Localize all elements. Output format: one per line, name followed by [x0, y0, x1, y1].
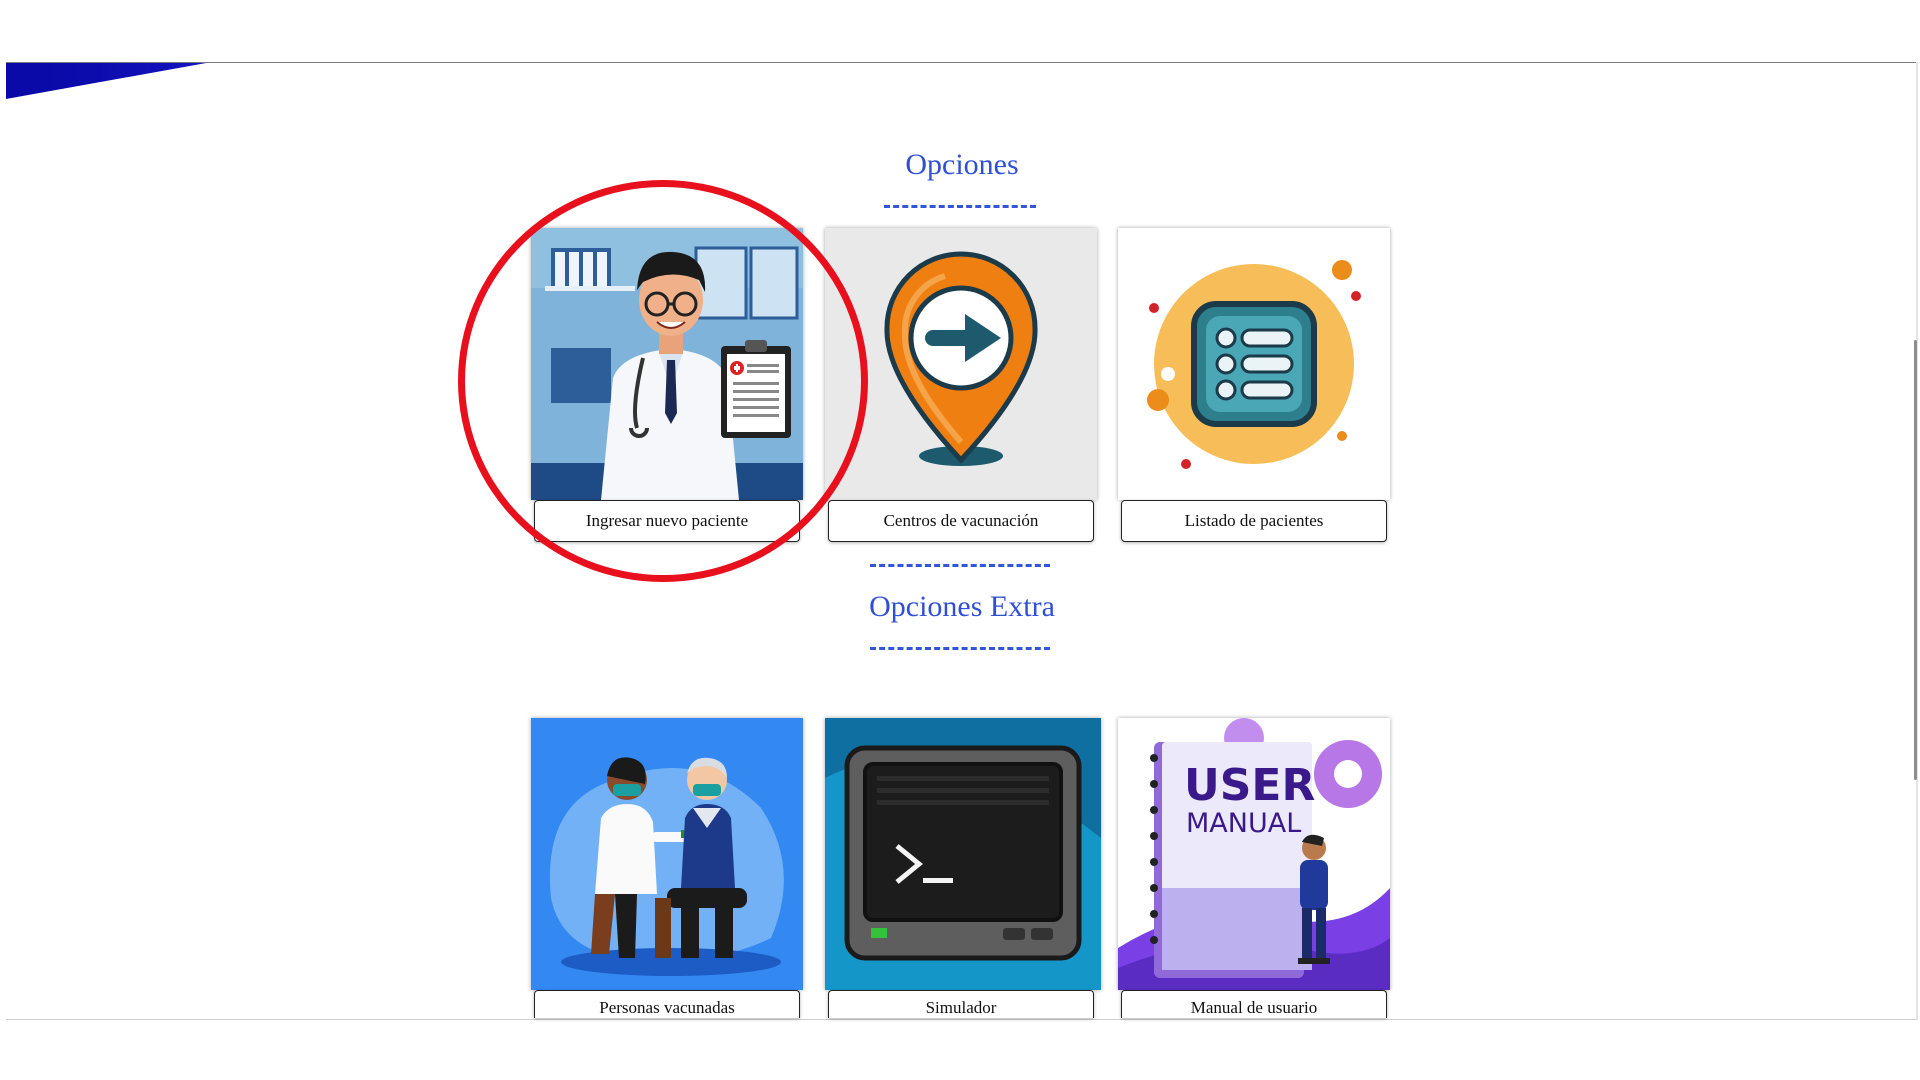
- list-icon: [1118, 228, 1390, 500]
- vaccinated-people-card[interactable]: [531, 718, 803, 990]
- extra-title-bottom-divider: [870, 647, 1050, 650]
- manual-subtitle-text: MANUAL: [1186, 808, 1301, 839]
- simulator-card[interactable]: [825, 718, 1101, 990]
- header-logo-bar: [6, 63, 206, 99]
- extra-options-title: Opciones Extra: [869, 590, 1055, 623]
- patient-list-card[interactable]: [1118, 228, 1390, 500]
- options-title-divider: [884, 205, 1036, 208]
- scrollbar-thumb[interactable]: [1914, 340, 1917, 780]
- patient-list-button[interactable]: Listado de pacientes: [1121, 500, 1387, 542]
- location-pin-arrow-icon: [825, 228, 1097, 500]
- new-patient-button[interactable]: Ingresar nuevo paciente: [534, 500, 800, 542]
- extra-title-top-divider: [870, 564, 1050, 567]
- vaccination-icon: [531, 718, 803, 990]
- doctor-icon: [531, 228, 803, 500]
- user-manual-card[interactable]: USER MANUAL: [1118, 718, 1390, 990]
- page-bottom-border: [6, 1019, 1918, 1020]
- user-manual-icon: USER MANUAL: [1118, 718, 1390, 990]
- vaccination-centers-button[interactable]: Centros de vacunación: [828, 500, 1094, 542]
- vaccination-centers-card[interactable]: [825, 228, 1097, 500]
- options-title: Opciones: [905, 148, 1019, 181]
- user-manual-button[interactable]: Manual de usuario: [1121, 990, 1387, 1018]
- new-patient-card[interactable]: [531, 228, 803, 500]
- terminal-icon: [825, 718, 1101, 990]
- simulator-button[interactable]: Simulador: [828, 990, 1094, 1018]
- page-top-border: [6, 62, 1918, 63]
- manual-title-text: USER: [1184, 760, 1315, 811]
- vaccinated-people-button[interactable]: Personas vacunadas: [534, 990, 800, 1018]
